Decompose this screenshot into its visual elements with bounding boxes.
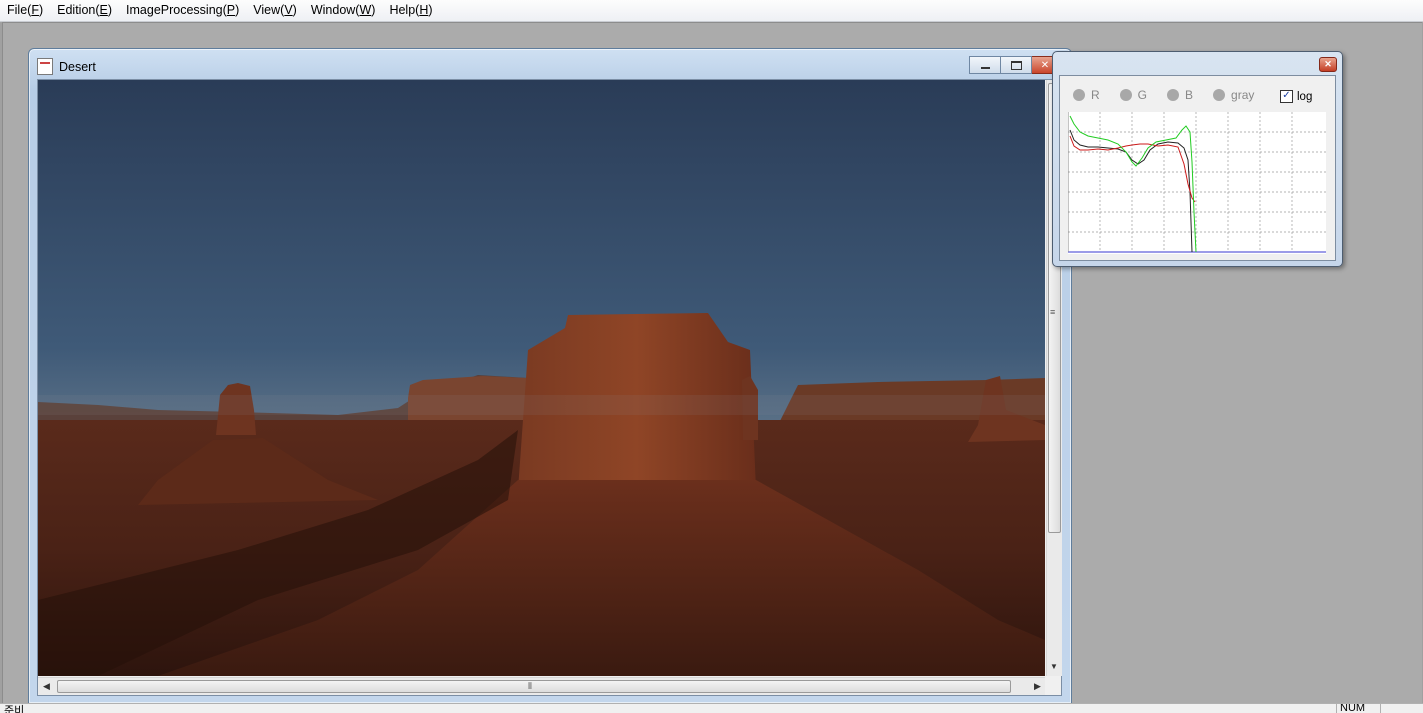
radio-icon [1119,89,1132,101]
menu-help[interactable]: Help(H) [382,0,439,21]
log-checkbox[interactable]: ✓ log [1280,90,1312,103]
menu-bar: File(F) Edition(E) ImageProcessing(P) Vi… [0,0,1423,22]
menu-image-processing[interactable]: ImageProcessing(P) [119,0,246,21]
close-icon: ✕ [1324,59,1332,69]
histogram-close-button[interactable]: ✕ [1319,57,1337,72]
radio-b[interactable]: B [1167,88,1193,102]
histogram-window[interactable]: ✕ R G B gray ✓ log [1052,51,1343,267]
radio-icon [1167,89,1180,101]
minimize-button[interactable] [969,56,1001,74]
channel-radio-group: R G B gray [1073,88,1274,102]
scroll-right-arrow-icon[interactable]: ▶ [1034,681,1041,692]
radio-icon [1073,89,1085,101]
scroll-down-arrow-icon[interactable]: ▼ [1050,662,1058,671]
document-window[interactable]: Desert ✕ ≡ ▼ ◀ ⦀ ▶ [28,48,1072,704]
radio-g[interactable]: G [1119,88,1147,102]
image-canvas[interactable] [38,80,1045,676]
radio-icon [1213,89,1226,101]
grip-icon: ⦀ [528,681,532,691]
close-icon: ✕ [1040,59,1050,71]
document-client-area: ≡ ▼ ◀ ⦀ ▶ [37,79,1062,696]
scroll-left-arrow-icon[interactable]: ◀ [43,681,50,692]
histogram-client-area: R G B gray ✓ log [1059,75,1336,261]
menu-view[interactable]: View(V) [246,0,304,21]
horizontal-scrollbar[interactable]: ◀ ⦀ ▶ [38,677,1045,695]
grip-icon: ≡ [1050,307,1056,317]
horizontal-scroll-thumb[interactable] [57,680,1011,693]
menu-file[interactable]: File(F) [0,0,50,21]
checkbox-icon: ✓ [1280,90,1293,103]
restore-button[interactable] [1001,56,1032,74]
radio-r[interactable]: R [1073,88,1100,102]
document-title: Desert [59,59,96,74]
desert-image [38,80,1045,676]
radio-gray[interactable]: gray [1213,88,1254,102]
window-caption-buttons: ✕ [969,56,1059,74]
menu-edition[interactable]: Edition(E) [50,0,119,21]
minimize-icon [980,66,990,69]
histogram-plot [1068,112,1326,254]
restore-icon [1010,60,1022,70]
menu-window[interactable]: Window(W) [304,0,383,21]
document-icon [37,58,53,75]
document-titlebar: Desert [37,58,96,75]
